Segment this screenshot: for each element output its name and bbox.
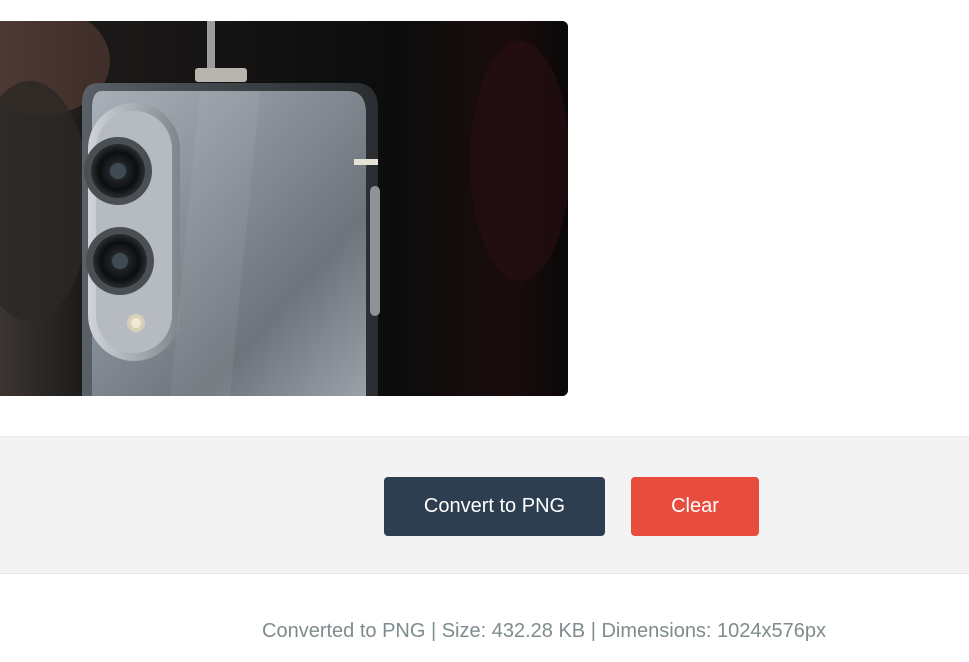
clear-button[interactable]: Clear [631,477,759,536]
converted-image-preview [0,21,568,396]
image-preview-area [0,0,969,436]
action-bar: Convert to PNG Clear [0,436,969,574]
phone-photo [0,21,568,396]
convert-to-png-button[interactable]: Convert to PNG [384,477,605,536]
converter-page: Convert to PNG Clear Converted to PNG | … [0,0,969,662]
conversion-status-text: Converted to PNG | Size: 432.28 KB | Dim… [262,620,827,642]
